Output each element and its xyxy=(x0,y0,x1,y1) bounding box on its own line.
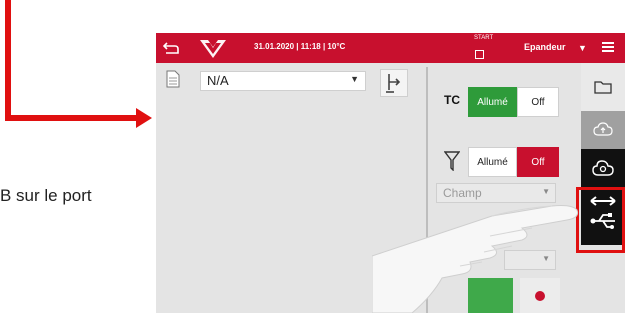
hand-pointer-illustration xyxy=(372,205,578,313)
menu-icon[interactable] xyxy=(602,42,614,52)
folder-button[interactable] xyxy=(581,63,625,111)
back-button[interactable] xyxy=(156,33,186,63)
cloud-settings-button[interactable] xyxy=(581,149,625,189)
caption-text: B sur le port xyxy=(0,186,92,205)
chevron-down-icon[interactable]: ▼ xyxy=(578,43,587,53)
folder-icon xyxy=(594,81,612,94)
back-icon xyxy=(163,42,179,54)
mapping-button[interactable] xyxy=(380,69,408,97)
job-select[interactable]: N/A ▼ xyxy=(200,71,366,91)
tc-off-option[interactable]: Off xyxy=(517,87,559,117)
chevron-down-icon: ▼ xyxy=(542,187,550,196)
top-bar: 31.01.2020 | 11:18 | 10°C START Epandeur… xyxy=(156,33,625,63)
filter-on-option[interactable]: Allumé xyxy=(468,147,517,177)
annotation-arrow-head xyxy=(136,108,152,128)
cloud-sync-icon xyxy=(593,122,613,136)
tc-on-option[interactable]: Allumé xyxy=(468,87,517,117)
filter-toggle[interactable]: Allumé Off xyxy=(468,147,595,177)
massey-ferguson-logo xyxy=(200,40,226,58)
chevron-down-icon: ▼ xyxy=(350,74,359,84)
tc-toggle[interactable]: Allumé Off xyxy=(468,87,595,117)
mapping-icon xyxy=(386,74,401,93)
annotation-arrow-vertical xyxy=(5,0,11,121)
cloud-gear-icon xyxy=(592,160,614,176)
status-datetime: 31.01.2020 | 11:18 | 10°C xyxy=(254,42,346,51)
cloud-sync-button[interactable] xyxy=(581,111,625,149)
save-icon[interactable] xyxy=(475,50,484,59)
annotation-arrow-horizontal xyxy=(5,115,140,121)
file-icon xyxy=(166,70,180,88)
funnel-icon xyxy=(444,151,460,171)
tc-label: TC xyxy=(444,93,460,107)
usb-highlight-frame xyxy=(576,187,625,253)
mode-selector[interactable]: Epandeur xyxy=(524,42,566,52)
filter-off-option[interactable]: Off xyxy=(517,147,559,177)
job-select-value: N/A xyxy=(207,73,229,88)
start-label: START xyxy=(474,35,494,41)
